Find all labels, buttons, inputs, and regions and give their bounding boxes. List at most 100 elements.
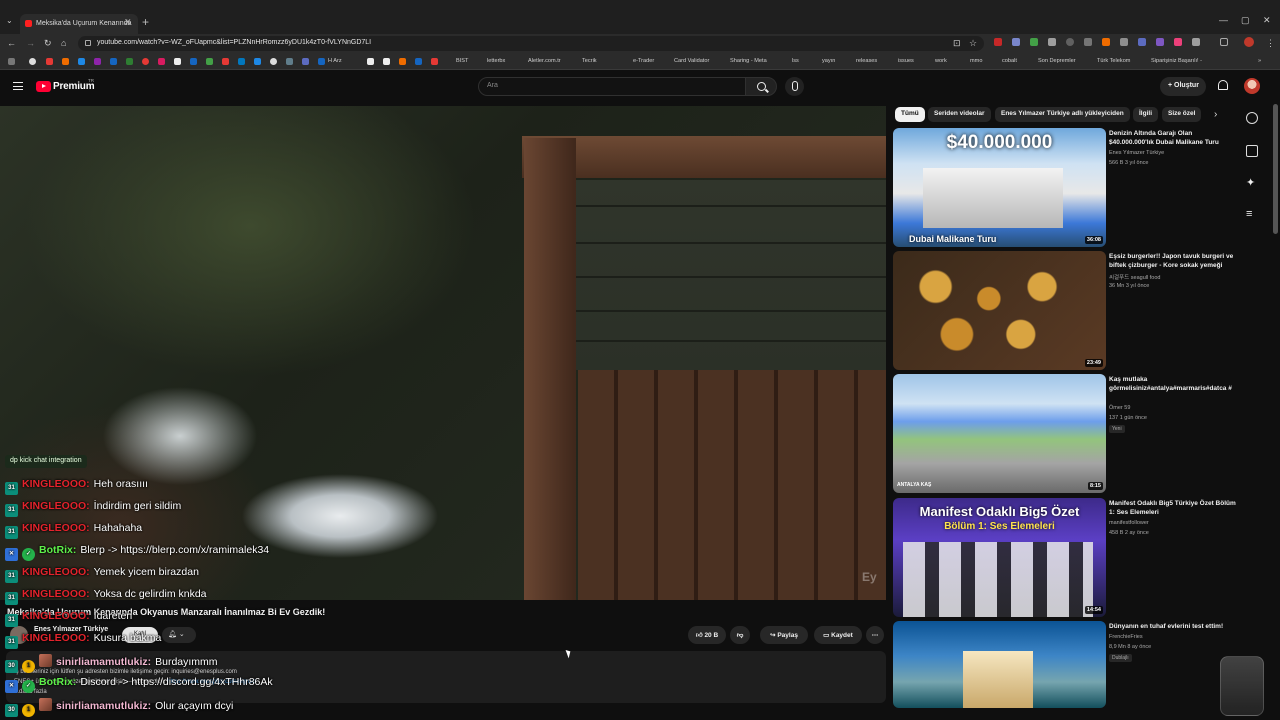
extension-icon[interactable]: [994, 38, 1002, 46]
bookmark-icon[interactable]: [158, 58, 165, 65]
chat-username[interactable]: BotRix:: [39, 544, 76, 556]
chat-username[interactable]: KINGLEOOO:: [22, 566, 90, 578]
bookmark-icon[interactable]: [206, 58, 213, 65]
extension-icon[interactable]: [1138, 38, 1146, 46]
chat-username[interactable]: BotRix:: [39, 676, 76, 688]
chat-username[interactable]: KINGLEOOO:: [22, 500, 90, 512]
chevron-right-icon[interactable]: ›: [1214, 109, 1217, 120]
recommendation-title[interactable]: Dünyanın en tuhaf evlerini test ettim!: [1109, 622, 1237, 631]
bookmark-icon[interactable]: [238, 58, 245, 65]
video-thumbnail[interactable]: $40.000.000 Dubai Malikane Turu 36:08: [893, 128, 1106, 247]
bookmark-icon[interactable]: [110, 58, 117, 65]
bookmark-icon[interactable]: [431, 58, 438, 65]
bookmark-icon[interactable]: [78, 58, 85, 65]
home-icon[interactable]: ⌂: [61, 38, 66, 48]
filter-chip[interactable]: Size özel: [1162, 107, 1202, 122]
bookmark-icon[interactable]: [126, 58, 133, 65]
search-input[interactable]: Ara: [478, 77, 746, 96]
extension-icon[interactable]: [1156, 38, 1164, 46]
back-icon[interactable]: ←: [7, 38, 16, 48]
extensions-menu-icon[interactable]: [1220, 38, 1228, 46]
extension-icon[interactable]: [1192, 38, 1200, 46]
recommendation-title[interactable]: Denizin Altında Garajı Olan $40.000.000'…: [1109, 129, 1237, 147]
browser-tab[interactable]: Meksika'da Uçurum Kenarında: [20, 14, 138, 34]
close-window-icon[interactable]: ✕: [1263, 15, 1271, 26]
bookmark-icon[interactable]: [367, 58, 374, 65]
bookmark-icon[interactable]: [62, 58, 69, 65]
bookmark-item[interactable]: mmo: [970, 58, 982, 64]
bookmark-item[interactable]: Tecrik: [582, 58, 597, 64]
subscription-bell-icon[interactable]: 🔔︎ ⌄: [162, 627, 196, 643]
bookmark-icon[interactable]: [142, 58, 149, 65]
address-bar[interactable]: youtube.com/watch?v=-WZ_oFUapmc&list=PLZ…: [78, 36, 984, 51]
bookmark-item[interactable]: lss: [792, 58, 799, 64]
create-button[interactable]: + Oluştur: [1160, 77, 1206, 96]
chat-username[interactable]: KINGLEOOO:: [22, 632, 90, 644]
bookmark-icon[interactable]: [318, 58, 325, 65]
like-button[interactable]: 👍︎ 20 B: [688, 626, 726, 644]
bookmark-icon[interactable]: [399, 58, 406, 65]
filter-chip[interactable]: Tümü: [895, 107, 925, 122]
bookmark-item[interactable]: Son Depremler: [1038, 58, 1076, 64]
minimize-icon[interactable]: —: [1219, 15, 1228, 25]
chat-username[interactable]: KINGLEOOO:: [22, 588, 90, 600]
share-button[interactable]: ↪ Paylaş: [760, 626, 808, 644]
bookmark-item[interactable]: cobalt: [1002, 58, 1017, 64]
bookmark-item[interactable]: e-Trader: [633, 58, 654, 64]
chat-username[interactable]: sinirliamamutlukiz:: [56, 700, 151, 712]
apps-icon[interactable]: [8, 58, 15, 65]
forward-icon[interactable]: →: [26, 38, 35, 48]
bookmark-icon[interactable]: [415, 58, 422, 65]
bookmark-icon[interactable]: [286, 58, 293, 65]
chat-username[interactable]: sinirliamamutlukiz:: [56, 656, 151, 668]
extension-icon[interactable]: [1012, 38, 1020, 46]
extension-icon[interactable]: [1030, 38, 1038, 46]
tab-list-icon[interactable]: ⌄: [6, 16, 13, 25]
extension-icon[interactable]: [1120, 38, 1128, 46]
recommendation-channel[interactable]: manifestfollower: [1109, 520, 1149, 526]
reload-icon[interactable]: ↻: [44, 38, 52, 49]
save-button[interactable]: ▭ Kaydet: [814, 626, 862, 644]
filter-chip[interactable]: İlgili: [1133, 107, 1158, 122]
bookmark-item[interactable]: work: [935, 58, 947, 64]
profile-icon[interactable]: [1244, 37, 1254, 47]
bookmark-icon[interactable]: [383, 58, 390, 65]
more-bookmarks-icon[interactable]: »: [1258, 58, 1261, 64]
chat-username[interactable]: KINGLEOOO:: [22, 478, 90, 490]
channel-watermark-icon[interactable]: Ey: [862, 570, 877, 584]
bookmark-item[interactable]: H Arz: [328, 58, 342, 64]
filter-chip[interactable]: Seriden videolar: [928, 107, 991, 122]
ai-sparkle-icon[interactable]: ✦: [1246, 176, 1258, 189]
video-thumbnail[interactable]: [893, 621, 1106, 708]
bookmark-icon[interactable]: [302, 58, 309, 65]
bookmark-item[interactable]: Aletler.com.tr: [528, 58, 561, 64]
recommendation-channel[interactable]: Ömer 59: [1109, 405, 1130, 411]
browser-menu-icon[interactable]: ⋮: [1266, 38, 1275, 49]
site-info-icon[interactable]: [85, 40, 91, 46]
bookmark-icon[interactable]: [222, 58, 229, 65]
search-icon[interactable]: [745, 77, 777, 96]
bookmark-item[interactable]: Sharing - Meta: [730, 58, 767, 64]
bookmark-item[interactable]: BIST: [456, 58, 468, 64]
install-app-icon[interactable]: ⊡: [953, 38, 961, 49]
bookmark-icon[interactable]: [174, 58, 181, 65]
extension-icon[interactable]: [1174, 38, 1182, 46]
more-actions-icon[interactable]: ⋯: [866, 626, 884, 644]
bookmark-icon[interactable]: [270, 58, 277, 65]
youtube-logo-icon[interactable]: [36, 81, 51, 92]
bookmark-item[interactable]: yayın: [822, 58, 835, 64]
dislike-button[interactable]: 👎︎: [730, 626, 750, 644]
new-tab-icon[interactable]: +: [142, 15, 149, 29]
recommendation-title[interactable]: Manifest Odaklı Big5 Türkiye Özet Bölüm …: [1109, 499, 1237, 517]
extension-icon[interactable]: [1066, 38, 1074, 46]
bookmark-item[interactable]: releases: [856, 58, 877, 64]
filter-chip[interactable]: Enes Yılmazer Türkiye adlı yükleyiciden: [995, 107, 1130, 122]
maximize-icon[interactable]: ▢: [1241, 15, 1250, 26]
recommendation-title[interactable]: Kaş mutlaka görmelisiniz#antalya#marmari…: [1109, 375, 1237, 393]
notifications-icon[interactable]: [1218, 80, 1228, 90]
microphone-icon[interactable]: [785, 77, 804, 96]
recommendation-title[interactable]: Eşsiz burgerler!! Japon tavuk burgeri ve…: [1109, 252, 1237, 270]
video-thumbnail[interactable]: 23:49: [893, 251, 1106, 370]
extension-icon[interactable]: [1102, 38, 1110, 46]
chat-username[interactable]: KINGLEOOO:: [22, 610, 90, 622]
